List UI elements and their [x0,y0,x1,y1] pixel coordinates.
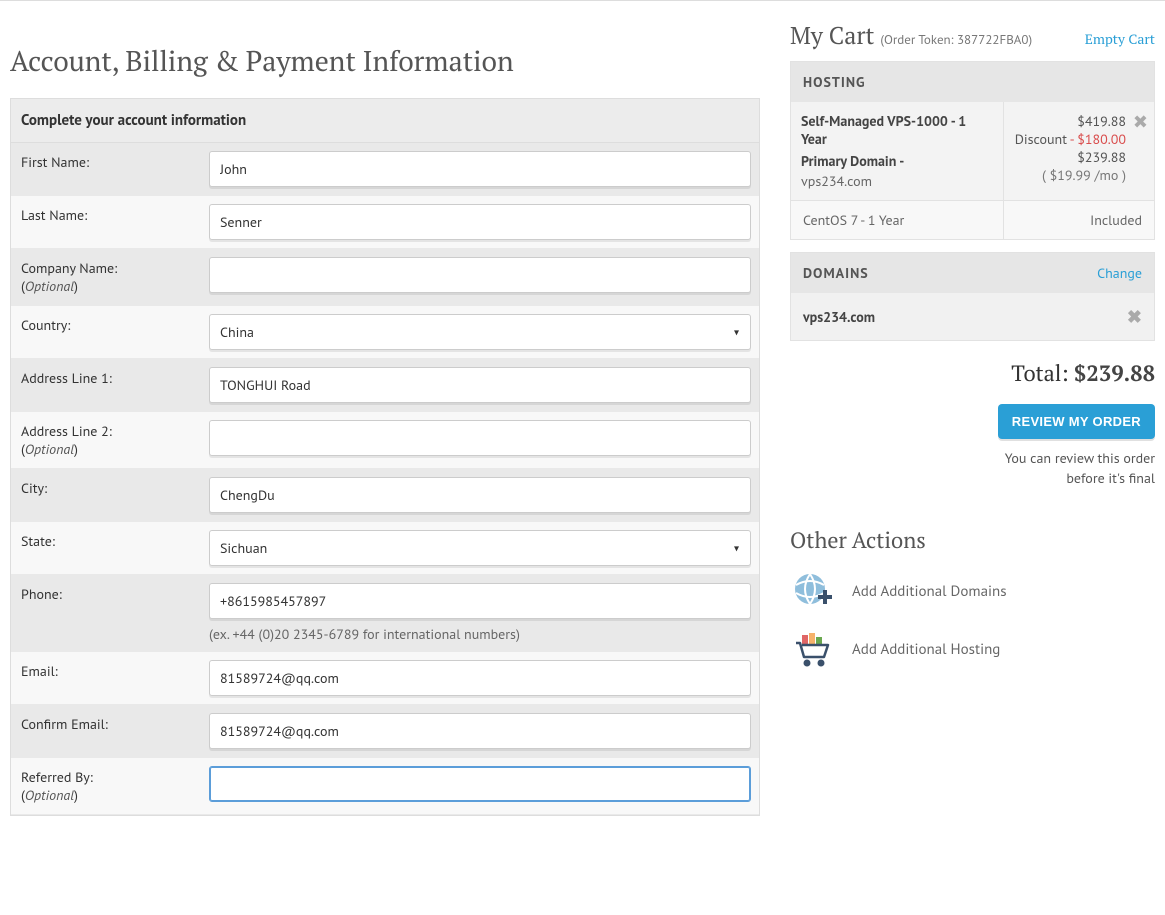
hosting-item-name: Self-Managed VPS-1000 - 1 Year [801,112,993,148]
country-label: Country: [11,306,201,358]
order-token: (Order Token: 387722FBA0) [880,31,1032,48]
total-amount: $239.88 [1074,359,1155,388]
address2-label: Address Line 2: (Optional) [11,412,201,468]
review-order-button[interactable]: REVIEW MY ORDER [998,404,1155,439]
phone-input[interactable] [209,583,751,619]
first-name-input[interactable] [209,151,751,187]
referred-by-input[interactable] [209,766,751,802]
total-label: Total: [1011,359,1068,388]
domains-header: DOMAINS [803,264,869,282]
referred-by-label: Referred By: (Optional) [11,758,201,814]
hosting-panel: HOSTING Self-Managed VPS-1000 - 1 Year P… [790,61,1155,240]
review-hint: You can review this order before it's fi… [790,449,1155,488]
discount-value: - $180.00 [1070,130,1126,148]
other-actions-title: Other Actions [790,526,1155,555]
phone-label: Phone: [11,575,201,651]
empty-cart-link[interactable]: Empty Cart [1085,30,1155,49]
price-per-month: ( $19.99 /mo ) [1012,166,1126,184]
city-input[interactable] [209,477,751,513]
hosting-item: Self-Managed VPS-1000 - 1 Year Primary D… [791,102,1004,200]
primary-domain-label: Primary Domain - [801,152,993,170]
price-original: $419.88 [1012,112,1126,130]
page-title: Account, Billing & Payment Information [10,43,760,80]
cart-title: My Cart [790,19,874,51]
confirm-email-label: Confirm Email: [11,705,201,757]
last-name-label: Last Name: [11,196,201,248]
add-hosting-action[interactable]: Add Additional Hosting [790,629,1155,669]
domains-panel: DOMAINS Change vps234.com ✖ [790,252,1155,341]
globe-plus-icon [790,571,834,611]
remove-hosting-icon[interactable]: ✖ [1133,110,1148,133]
confirm-email-input[interactable] [209,713,751,749]
state-select[interactable]: Sichuan [209,530,751,566]
last-name-input[interactable] [209,204,751,240]
remove-domain-icon[interactable]: ✖ [1127,305,1142,328]
email-input[interactable] [209,660,751,696]
form-header: Complete your account information [11,99,759,143]
address2-input[interactable] [209,420,751,456]
company-label: Company Name: (Optional) [11,249,201,305]
change-domains-link[interactable]: Change [1097,264,1142,282]
discount-label: Discount [1015,130,1067,148]
addon-price: Included [1004,201,1154,239]
address1-label: Address Line 1: [11,359,201,411]
add-domains-action[interactable]: Add Additional Domains [790,571,1155,611]
company-input[interactable] [209,257,751,293]
address1-input[interactable] [209,367,751,403]
phone-hint: (ex. +44 (0)20 2345-6789 for internation… [209,625,751,643]
state-label: State: [11,522,201,574]
domain-value: vps234.com [803,308,875,326]
email-label: Email: [11,652,201,704]
primary-domain-value: vps234.com [801,172,993,190]
account-form: Complete your account information First … [10,98,760,816]
hosting-header: HOSTING [791,62,1154,102]
country-select[interactable]: China [209,314,751,350]
add-domains-label: Add Additional Domains [852,582,1007,601]
price-now: $239.88 [1012,148,1126,166]
add-hosting-label: Add Additional Hosting [852,640,1000,659]
cart-icon [790,629,834,669]
addon-name: CentOS 7 - 1 Year [791,201,1004,239]
city-label: City: [11,469,201,521]
first-name-label: First Name: [11,143,201,195]
